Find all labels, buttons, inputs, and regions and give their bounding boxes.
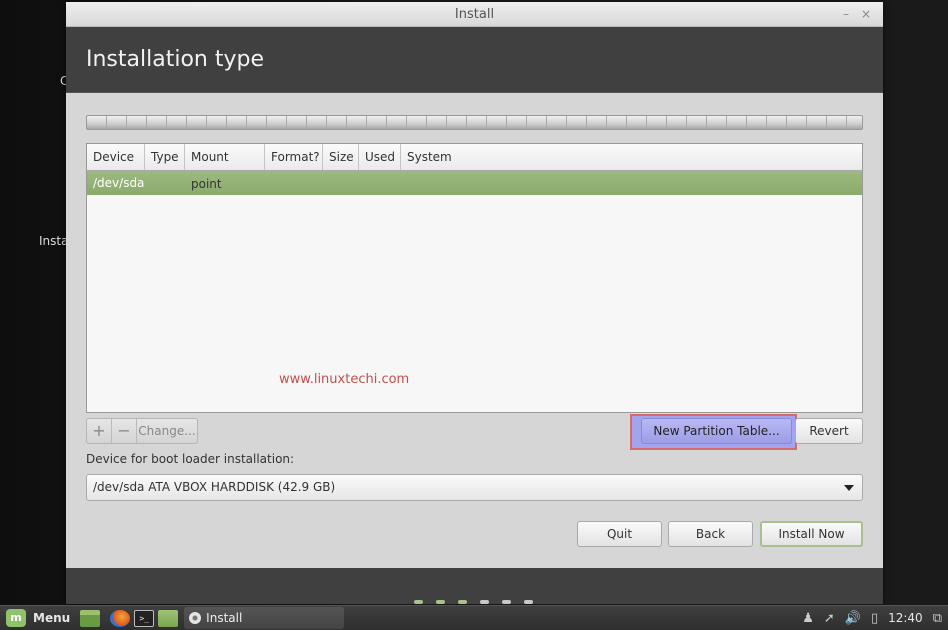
menu-button[interactable]: Menu <box>33 611 70 625</box>
show-desktop-icon[interactable] <box>80 609 101 627</box>
window-footer <box>66 568 883 604</box>
add-partition-button[interactable]: + <box>87 419 112 443</box>
chevron-down-icon <box>844 485 854 491</box>
mint-logo-icon[interactable]: m <box>6 609 26 627</box>
quit-button[interactable]: Quit <box>577 521 662 547</box>
network-icon[interactable]: ➚ <box>824 611 835 626</box>
bootloader-selected-value: /dev/sda ATA VBOX HARDDISK (42.9 GB) <box>93 480 336 494</box>
taskbar-item-label: Install <box>206 611 243 625</box>
terminal-icon[interactable]: >_ <box>134 609 155 627</box>
taskbar: m Menu >_ Install ♟ ➚ 🔊 ▯ 12:40 ⧉ <box>0 605 948 630</box>
step-progress-indicator <box>414 600 533 604</box>
page-title: Installation type <box>86 47 264 72</box>
system-tray: ♟ ➚ 🔊 ▯ 12:40 ⧉ <box>802 611 948 626</box>
new-partition-table-button[interactable]: New Partition Table... <box>641 418 792 444</box>
column-header-type[interactable]: Type <box>145 144 185 170</box>
partition-bar <box>86 115 863 130</box>
partition-table: Device Type Mount point Format? Size Use… <box>86 143 863 413</box>
disc-icon <box>189 612 202 624</box>
volume-icon[interactable]: 🔊 <box>845 611 861 626</box>
workspace-icon[interactable]: ⧉ <box>933 611 942 626</box>
step-dot <box>502 600 511 604</box>
step-dot <box>414 600 423 604</box>
folder-icon[interactable] <box>158 609 179 627</box>
column-header-used[interactable]: Used <box>359 144 401 170</box>
column-header-device[interactable]: Device <box>87 144 145 170</box>
column-header-format[interactable]: Format? <box>265 144 323 170</box>
bootloader-device-select[interactable]: /dev/sda ATA VBOX HARDDISK (42.9 GB) <box>86 474 863 501</box>
bootloader-label: Device for boot loader installation: <box>86 452 295 466</box>
clock[interactable]: 12:40 <box>888 611 923 625</box>
desktop-icon-label: Insta <box>39 234 69 248</box>
watermark-text: www.linuxtechi.com <box>279 372 410 387</box>
step-dot <box>524 600 533 604</box>
page-header: Installation type <box>66 27 883 93</box>
minimize-icon[interactable]: – <box>843 2 849 27</box>
device-cell: /dev/sda <box>93 176 145 190</box>
install-now-button[interactable]: Install Now <box>760 521 863 547</box>
column-header-mount-point[interactable]: Mount point <box>185 144 265 191</box>
window-titlebar[interactable]: Install – × <box>66 2 883 27</box>
revert-button[interactable]: Revert <box>795 418 863 444</box>
change-partition-button[interactable]: Change... <box>137 419 197 443</box>
step-dot <box>480 600 489 604</box>
remove-partition-button[interactable]: − <box>112 419 137 443</box>
battery-icon[interactable]: ▯ <box>871 611 878 626</box>
close-icon[interactable]: × <box>861 2 871 27</box>
table-header: Device Type Mount point Format? Size Use… <box>87 144 862 191</box>
step-dot <box>458 600 467 604</box>
user-icon[interactable]: ♟ <box>802 611 814 626</box>
partition-toolbar: + − Change... <box>86 418 198 444</box>
column-header-size[interactable]: Size <box>323 144 359 170</box>
column-header-system[interactable]: System <box>401 144 862 170</box>
taskbar-item-install[interactable]: Install <box>184 607 345 629</box>
step-dot <box>436 600 445 604</box>
window-title: Install <box>454 7 495 22</box>
back-button[interactable]: Back <box>668 521 753 547</box>
install-window: Install – × Installation type Device Typ… <box>66 2 883 604</box>
firefox-icon[interactable] <box>110 609 131 627</box>
